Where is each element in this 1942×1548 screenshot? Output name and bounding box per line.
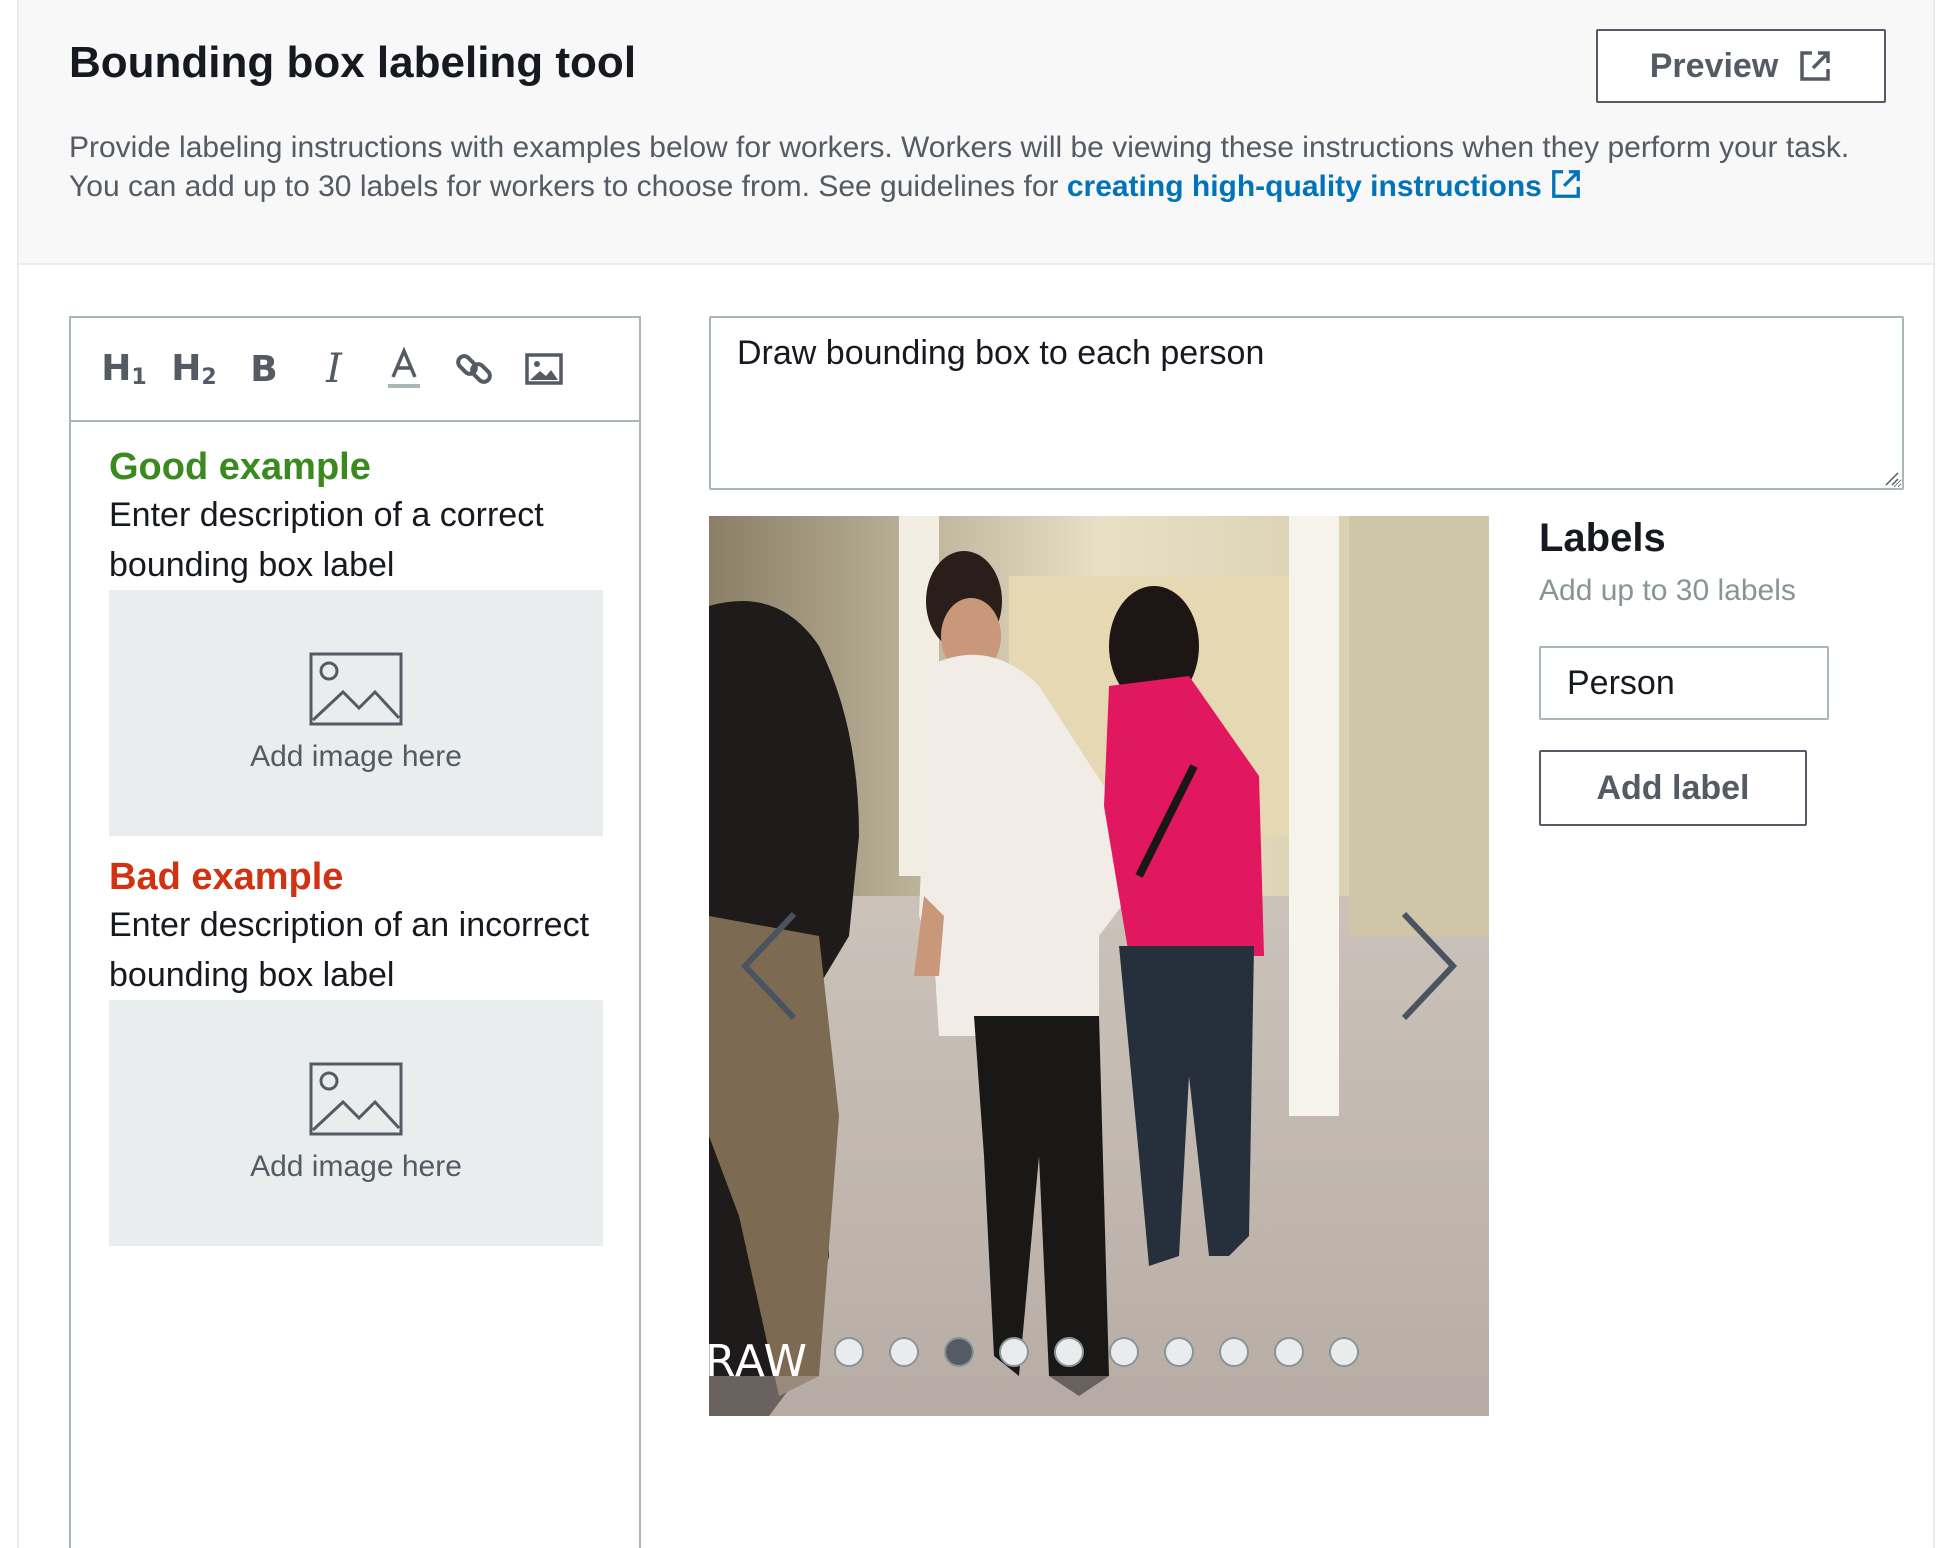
heading2-glyph: H2 xyxy=(171,348,217,390)
carousel-prev-icon[interactable] xyxy=(739,911,799,1021)
add-label-button[interactable]: Add label xyxy=(1539,750,1807,826)
photo-watermark: RAW xyxy=(709,1336,808,1387)
add-image-text: Add image here xyxy=(250,1150,462,1183)
carousel-dot[interactable] xyxy=(1054,1337,1084,1367)
bold-icon[interactable]: B xyxy=(241,346,287,392)
instruction-textarea[interactable]: Draw bounding box to each person xyxy=(709,316,1904,490)
example-photo xyxy=(709,516,1489,1416)
carousel-dot[interactable] xyxy=(1274,1337,1304,1367)
carousel-dot[interactable] xyxy=(889,1337,919,1367)
font-color-glyph xyxy=(388,347,420,388)
font-color-icon[interactable] xyxy=(381,346,427,392)
label-input[interactable] xyxy=(1539,646,1829,720)
link-glyph xyxy=(456,354,492,384)
link-icon[interactable] xyxy=(451,346,497,392)
instructions-editor: H1 H2 B I Good example Enter description… xyxy=(69,316,641,1548)
external-link-icon xyxy=(1800,51,1831,81)
guidelines-link[interactable]: creating high-quality instructions xyxy=(1067,170,1582,203)
heading1-glyph: H1 xyxy=(101,348,147,390)
carousel-dot[interactable] xyxy=(1219,1337,1249,1367)
labeling-tool-panel: Bounding box labeling tool Preview Provi… xyxy=(17,0,1935,1548)
header: Bounding box labeling tool Preview Provi… xyxy=(19,0,1933,265)
guidelines-link-text: creating high-quality instructions xyxy=(1066,170,1542,203)
bad-example-title: Bad example xyxy=(109,856,344,898)
labels-subtitle: Add up to 30 labels xyxy=(1539,574,1796,607)
italic-glyph: I xyxy=(326,346,342,392)
bad-example-image-placeholder[interactable]: Add image here xyxy=(109,1000,603,1246)
image-placeholder-icon xyxy=(309,1062,403,1136)
good-example-title: Good example xyxy=(109,446,371,488)
editor-toolbar: H1 H2 B I xyxy=(71,318,639,422)
carousel-dot[interactable] xyxy=(1329,1337,1359,1367)
carousel-dot[interactable] xyxy=(834,1337,864,1367)
add-image-text: Add image here xyxy=(250,740,462,773)
image-placeholder-icon xyxy=(309,652,403,726)
carousel-dot[interactable] xyxy=(1109,1337,1139,1367)
italic-icon[interactable]: I xyxy=(311,346,357,392)
image-glyph xyxy=(525,353,563,385)
description-text: Provide labeling instructions with examp… xyxy=(69,131,1850,203)
good-example-description: Enter description of a correct bounding … xyxy=(109,496,544,584)
carousel-dot[interactable] xyxy=(999,1337,1029,1367)
carousel-next-icon[interactable] xyxy=(1399,911,1459,1021)
preview-button[interactable]: Preview xyxy=(1596,29,1886,103)
labels-title: Labels xyxy=(1539,516,1666,560)
heading1-icon[interactable]: H1 xyxy=(101,346,147,392)
editor-content[interactable]: Good example Enter description of a corr… xyxy=(109,444,603,1246)
bad-example-description: Enter description of an incorrect boundi… xyxy=(109,906,590,994)
resize-handle-icon[interactable] xyxy=(1883,470,1899,486)
page-title: Bounding box labeling tool xyxy=(69,38,637,87)
heading2-icon[interactable]: H2 xyxy=(171,346,217,392)
good-example-image-placeholder[interactable]: Add image here xyxy=(109,590,603,836)
carousel-dot[interactable] xyxy=(1164,1337,1194,1367)
preview-button-label: Preview xyxy=(1649,46,1779,85)
image-icon[interactable] xyxy=(521,346,567,392)
carousel-dot-active[interactable] xyxy=(944,1337,974,1367)
header-description: Provide labeling instructions with examp… xyxy=(69,128,1889,206)
bold-glyph: B xyxy=(250,348,278,390)
example-image-carousel: RAW xyxy=(709,516,1489,1416)
external-link-icon xyxy=(1551,170,1580,198)
